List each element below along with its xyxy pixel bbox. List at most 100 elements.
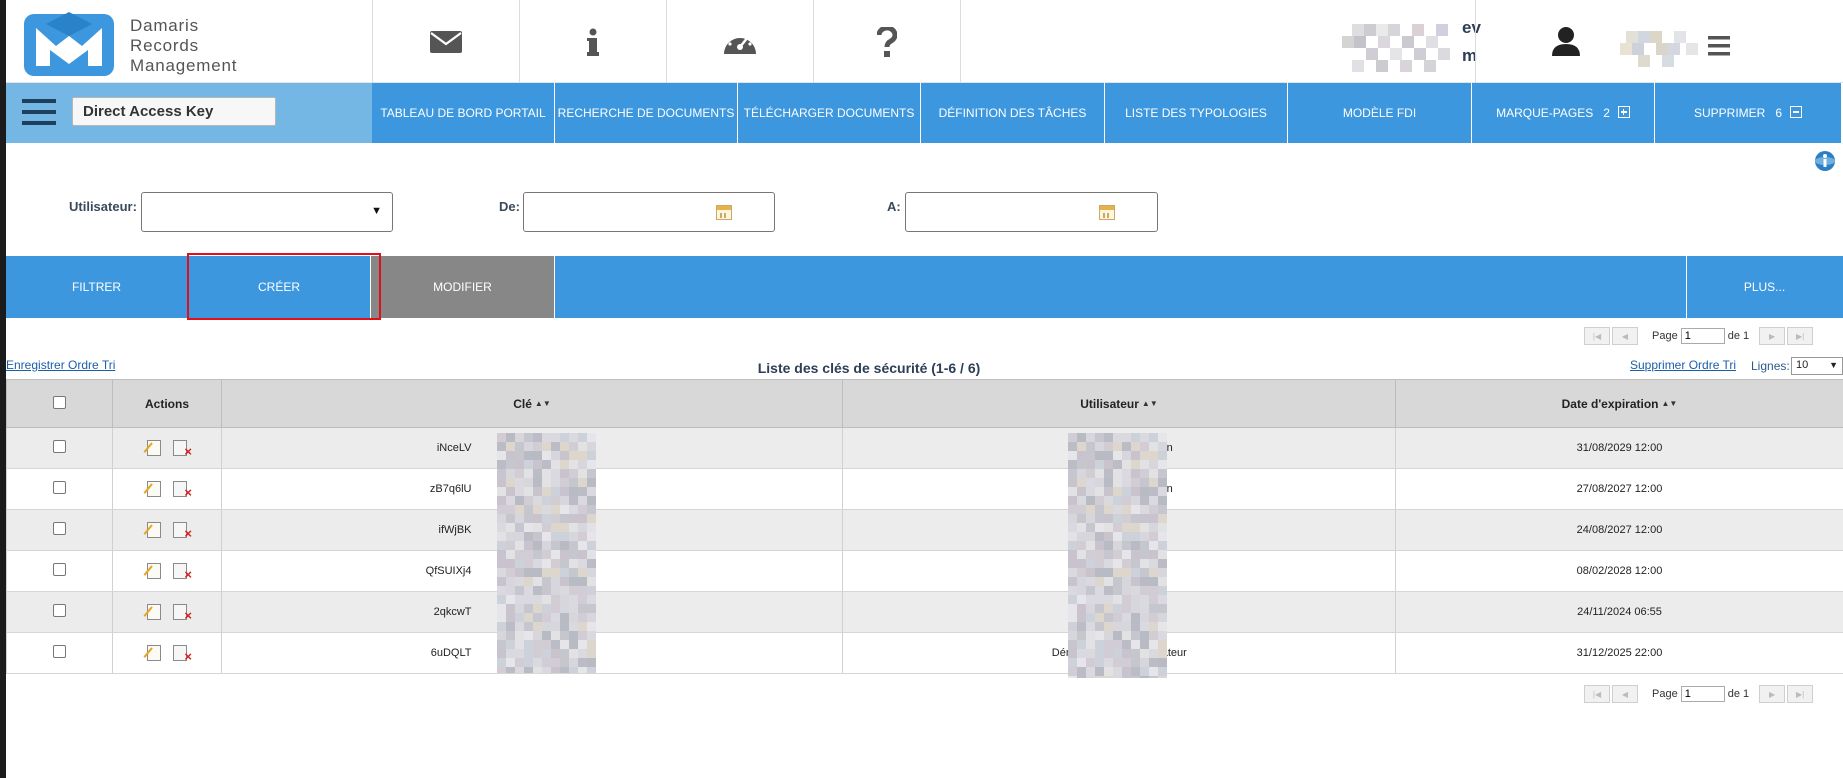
calendar-icon[interactable] xyxy=(1099,205,1115,220)
expiration-cell: 24/11/2024 06:55 xyxy=(1395,591,1843,633)
expiration-cell: 31/08/2029 12:00 xyxy=(1395,427,1843,469)
delete-sort-order-link[interactable]: Supprimer Ordre Tri xyxy=(1630,358,1736,372)
nav-item-label: TÉLÉCHARGER DOCUMENTS xyxy=(743,106,915,120)
nav-task-definition[interactable]: DÉFINITION DES TÂCHES xyxy=(921,83,1105,143)
to-date-input[interactable] xyxy=(905,192,1158,232)
row-select-cell xyxy=(6,550,113,592)
nav-typology-list[interactable]: LISTE DES TYPOLOGIES xyxy=(1105,83,1288,143)
more-button[interactable]: PLUS... xyxy=(1687,256,1842,318)
direct-access-key-button[interactable]: Direct Access Key xyxy=(72,97,276,126)
user-cell xyxy=(842,550,1396,592)
brand-line-3: Management xyxy=(130,56,238,75)
main-navigation: Direct Access Key TABLEAU DE BORD PORTAI… xyxy=(6,83,1843,143)
prev-page-button[interactable]: ◀ xyxy=(1612,327,1638,345)
key-suffix: gr9 xyxy=(559,442,576,454)
row-actions-cell xyxy=(112,591,222,633)
create-button[interactable]: CRÉER xyxy=(188,256,371,318)
key-prefix: ifWjBK xyxy=(438,524,472,536)
nav-item-label: TABLEAU DE BORD PORTAIL xyxy=(380,106,546,120)
select-all-header xyxy=(6,379,113,428)
nav-item-label: DÉFINITION DES TÂCHES xyxy=(938,106,1087,120)
key-cell: 2qkcwT n4E xyxy=(221,591,843,633)
row-checkbox[interactable] xyxy=(53,481,66,494)
dashboard-button[interactable] xyxy=(667,0,814,83)
delete-icon[interactable] xyxy=(173,563,192,582)
user-select[interactable]: ▼ xyxy=(141,192,393,232)
from-date-input[interactable] xyxy=(523,192,775,232)
sort-icon: ▲▼ xyxy=(534,398,551,408)
key-prefix: 6uDQLT xyxy=(430,647,472,659)
nav-portal-dashboard[interactable]: TABLEAU DE BORD PORTAIL xyxy=(372,83,555,143)
filter-button[interactable]: FILTRER xyxy=(6,256,188,318)
last-page-button[interactable]: ▶| xyxy=(1787,685,1814,703)
user-cell xyxy=(842,509,1396,551)
nav-menu: TABLEAU DE BORD PORTAIL RECHERCHE DE DOC… xyxy=(372,83,1841,143)
expiration-header-label: Date d'expiration xyxy=(1561,396,1659,411)
header-icon-bar xyxy=(372,0,961,83)
row-select-cell xyxy=(6,468,113,510)
last-page-button[interactable]: ▶| xyxy=(1787,327,1814,345)
delete-icon[interactable] xyxy=(173,522,192,541)
damaris-logo[interactable] xyxy=(22,8,117,80)
calendar-icon[interactable] xyxy=(716,205,732,220)
nav-document-search[interactable]: RECHERCHE DE DOCUMENTS xyxy=(555,83,738,143)
messages-button[interactable] xyxy=(373,0,520,83)
globe-info-icon[interactable] xyxy=(1814,150,1836,172)
row-checkbox[interactable] xyxy=(53,645,66,658)
rows-per-page-select[interactable]: 10 ▼ xyxy=(1791,357,1843,375)
next-page-button[interactable]: ▶ xyxy=(1759,685,1786,703)
edit-icon[interactable] xyxy=(147,440,161,456)
prev-page-button[interactable]: ◀ xyxy=(1612,685,1638,703)
edit-icon[interactable] xyxy=(147,563,161,579)
nav-item-label: LISTE DES TYPOLOGIES xyxy=(1125,106,1267,120)
next-page-button[interactable]: ▶ xyxy=(1759,327,1786,345)
help-button[interactable] xyxy=(814,0,961,83)
user-suffix: yan xyxy=(1155,442,1173,454)
nav-fdi-model[interactable]: MODÈLE FDI xyxy=(1288,83,1472,143)
page-number-input[interactable] xyxy=(1680,328,1725,344)
row-select-cell xyxy=(6,632,113,674)
delete-icon[interactable] xyxy=(173,645,192,664)
first-page-button[interactable]: |◀ xyxy=(1584,327,1610,345)
edit-icon[interactable] xyxy=(147,645,161,661)
modify-button[interactable]: MODIFIER xyxy=(371,256,555,318)
key-suffix: VAB5 xyxy=(559,647,587,659)
redacted-user-info xyxy=(1342,20,1462,78)
sidebar-toggle-icon[interactable] xyxy=(22,99,56,125)
edit-icon[interactable] xyxy=(147,604,161,620)
nav-bookmarks[interactable]: MARQUE-PAGES 2 xyxy=(1472,83,1655,143)
user-column-header[interactable]: Utilisateur ▲▼ xyxy=(842,379,1396,428)
row-checkbox[interactable] xyxy=(53,604,66,617)
info-icon xyxy=(587,28,599,56)
row-checkbox[interactable] xyxy=(53,522,66,535)
delete-icon[interactable] xyxy=(173,481,192,500)
info-button[interactable] xyxy=(520,0,667,83)
key-column-header[interactable]: Clé ▲▼ xyxy=(221,379,843,428)
key-header-label: Clé xyxy=(513,396,532,411)
page-number-input[interactable] xyxy=(1680,686,1725,702)
hamburger-menu-icon[interactable] xyxy=(1708,36,1730,56)
row-checkbox[interactable] xyxy=(53,563,66,576)
delete-icon[interactable] xyxy=(173,604,192,623)
table-row: zB7q6lU rh28 yan 27/08/2027 12:00 xyxy=(6,468,1843,510)
edit-icon[interactable] xyxy=(147,522,161,538)
row-actions-cell xyxy=(112,468,222,510)
top-header: Damaris Records Management ev m xyxy=(6,0,1843,83)
edit-icon[interactable] xyxy=(147,481,161,497)
delete-icon[interactable] xyxy=(173,440,192,459)
user-profile-icon[interactable] xyxy=(1552,26,1580,56)
nav-delete[interactable]: SUPPRIMER 6 xyxy=(1655,83,1841,143)
first-page-button[interactable]: |◀ xyxy=(1584,685,1610,703)
nav-item-label: RECHERCHE DE DOCUMENTS xyxy=(557,106,735,120)
row-select-cell xyxy=(6,509,113,551)
nav-upload-documents[interactable]: TÉLÉCHARGER DOCUMENTS xyxy=(738,83,921,143)
user-suffix: yan xyxy=(1155,483,1173,495)
user-prefix: Dém xyxy=(1051,647,1075,659)
expiration-cell: 24/08/2027 12:00 xyxy=(1395,509,1843,551)
row-checkbox[interactable] xyxy=(53,440,66,453)
expiration-column-header[interactable]: Date d'expiration ▲▼ xyxy=(1395,379,1843,428)
dropdown-arrow-icon: ▼ xyxy=(1829,360,1838,370)
select-all-checkbox[interactable] xyxy=(53,395,66,409)
pagination-bottom: |◀ ◀ Page de 1 ▶ ▶| xyxy=(1584,684,1815,704)
brand-line-2: Records xyxy=(130,36,199,55)
